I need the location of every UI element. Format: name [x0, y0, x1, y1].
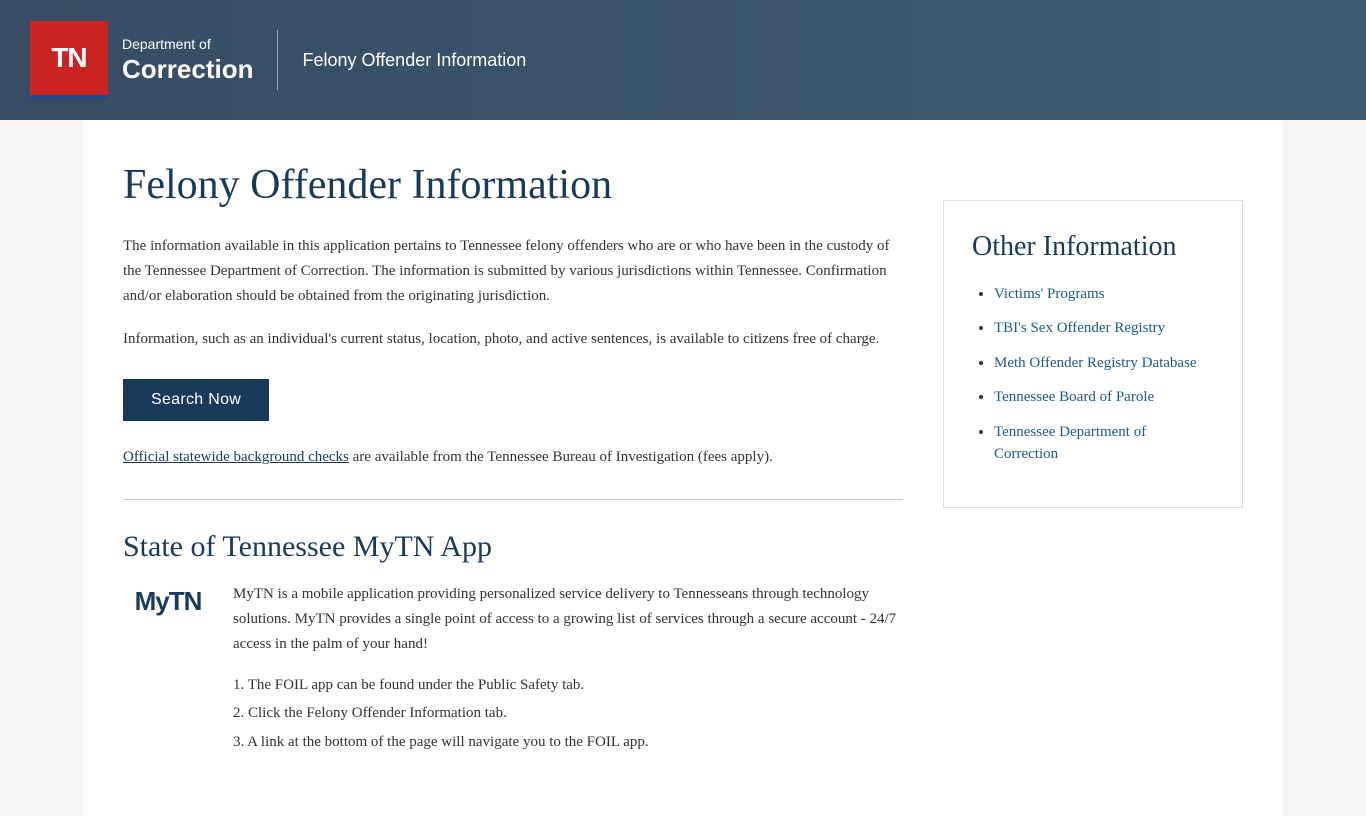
app-step-3: 3. A link at the bottom of the page will…	[233, 728, 903, 757]
app-description: MyTN is a mobile application providing p…	[233, 582, 903, 656]
background-check-suffix: are available from the Tennessee Bureau …	[349, 449, 773, 465]
app-text-block: MyTN is a mobile application providing p…	[233, 582, 903, 756]
department-text: Department of Correction	[122, 35, 253, 84]
header-page-title: Felony Offender Information	[302, 50, 526, 71]
app-section-title: State of Tennessee MyTN App	[123, 530, 903, 564]
tbi-sex-offender-link[interactable]: TBI's Sex Offender Registry	[994, 320, 1165, 336]
sidebar-link-item-3: Meth Offender Registry Database	[994, 352, 1214, 374]
app-steps-list: 1. The FOIL app can be found under the P…	[233, 671, 903, 757]
sidebar-link-item-4: Tennessee Board of Parole	[994, 386, 1214, 408]
meth-offender-link[interactable]: Meth Offender Registry Database	[994, 355, 1197, 371]
app-step-2: 2. Click the Felony Offender Information…	[233, 699, 903, 728]
main-container: Felony Offender Information The informat…	[83, 120, 1283, 816]
sidebar-link-item-1: Victims' Programs	[994, 283, 1214, 305]
victims-programs-link[interactable]: Victims' Programs	[994, 286, 1105, 302]
tn-logo: TN	[30, 21, 108, 99]
sidebar: Other Information Victims' Programs TBI'…	[943, 160, 1243, 756]
app-step-1: 1. The FOIL app can be found under the P…	[233, 671, 903, 700]
other-information-box: Other Information Victims' Programs TBI'…	[943, 200, 1243, 508]
dept-of-label: Department of	[122, 35, 253, 53]
sidebar-links-list: Victims' Programs TBI's Sex Offender Reg…	[972, 283, 1214, 465]
site-header: TN Department of Correction Felony Offen…	[0, 0, 1366, 120]
app-block: MyTN MyTN is a mobile application provid…	[123, 582, 903, 756]
sidebar-link-item-2: TBI's Sex Offender Registry	[994, 317, 1214, 339]
sidebar-link-item-5: Tennessee Department of Correction	[994, 421, 1214, 466]
content-area: Felony Offender Information The informat…	[123, 160, 903, 756]
mytn-logo: MyTN	[123, 582, 213, 617]
search-now-button[interactable]: Search Now	[123, 379, 269, 421]
intro-paragraph-2: Information, such as an individual's cur…	[123, 327, 903, 352]
background-check-section: Official statewide background checks are…	[123, 445, 903, 469]
correction-label: Correction	[122, 54, 253, 85]
page-title: Felony Offender Information	[123, 160, 903, 210]
background-check-link[interactable]: Official statewide background checks	[123, 449, 349, 465]
header-divider	[277, 30, 278, 90]
tn-board-of-parole-link[interactable]: Tennessee Board of Parole	[994, 389, 1154, 405]
intro-paragraph-1: The information available in this applic…	[123, 234, 903, 308]
tn-dept-correction-link[interactable]: Tennessee Department of Correction	[994, 424, 1146, 462]
sidebar-title: Other Information	[972, 231, 1214, 263]
section-divider	[123, 499, 903, 500]
